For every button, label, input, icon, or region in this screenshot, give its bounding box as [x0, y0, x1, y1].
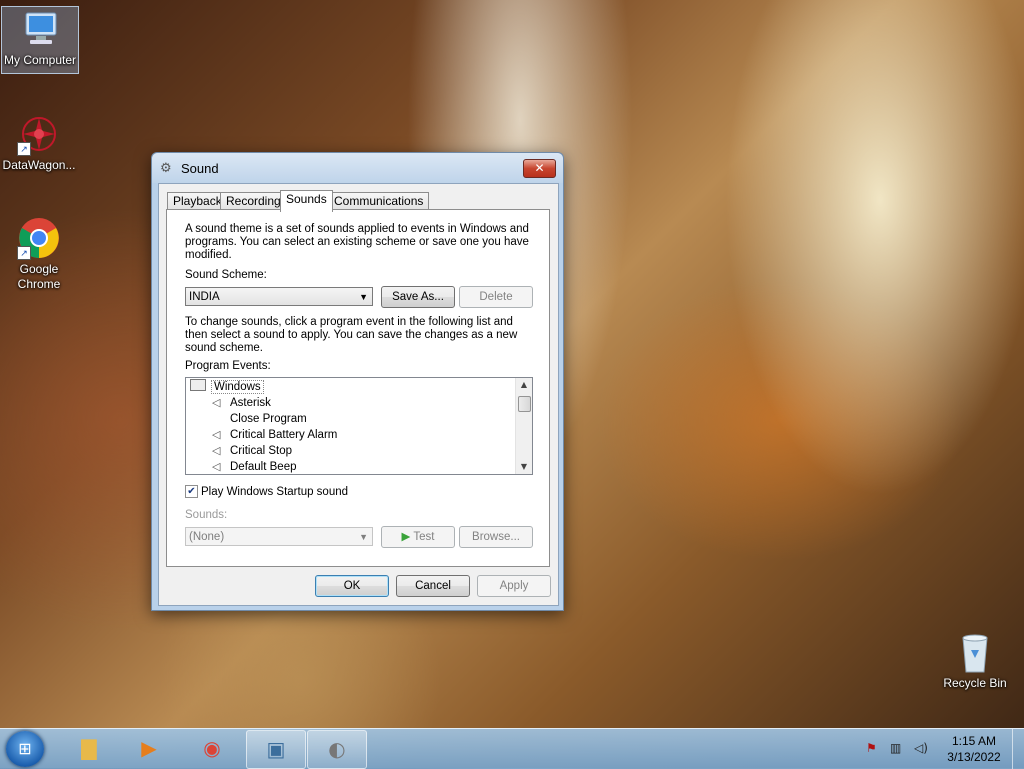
dialog-client-area: Playback Recording Sounds Communications… [158, 183, 559, 606]
list-group-header[interactable]: Windows [190, 379, 264, 395]
chrome-icon: ◉ [203, 736, 221, 760]
datawagon-icon: ↗ [17, 112, 61, 156]
media-player-icon: ▶ [141, 736, 157, 760]
sounds-value: (None) [189, 531, 225, 543]
volume-icon[interactable]: ◁) [914, 741, 928, 755]
sound-theme-description: A sound theme is a set of sounds applied… [185, 223, 529, 261]
ok-button[interactable]: OK [315, 575, 389, 597]
event-label: Asterisk [230, 397, 271, 409]
speaker-icon: ◁ [212, 461, 221, 473]
desktop-icon-label: Recycle Bin [943, 676, 1007, 690]
sound-icon: ⚙ [160, 161, 172, 176]
start-button[interactable]: ⊞ [6, 731, 44, 767]
browse-button[interactable]: Browse... [459, 526, 533, 548]
list-item[interactable]: Close Program [212, 411, 307, 427]
show-desktop-button[interactable] [1012, 729, 1024, 769]
dialog-title: Sound [181, 161, 219, 176]
scroll-up-icon[interactable]: ▲ [516, 378, 532, 392]
action-center-icon[interactable]: ⚑ [866, 741, 877, 755]
network-icon[interactable]: ▥ [890, 741, 901, 755]
title-bar[interactable]: ⚙ Sound ✕ [152, 153, 563, 183]
chrome-icon: ↗ [17, 216, 61, 260]
clock-time: 1:15 AM [951, 734, 997, 748]
apply-button[interactable]: Apply [477, 575, 551, 597]
program-events-label: Program Events: [185, 360, 271, 372]
taskbar-media-player[interactable]: ▶ [120, 730, 178, 767]
recycle-bin-icon [953, 630, 997, 674]
startup-sound-checkbox[interactable]: ✔ [185, 485, 198, 498]
list-item[interactable]: ◁ Asterisk [212, 395, 271, 411]
desktop-icon-my-computer[interactable]: My Computer [1, 6, 79, 74]
windows-logo-icon: ⊞ [18, 739, 32, 758]
tab-sounds[interactable]: Sounds [280, 190, 333, 212]
save-as-button[interactable]: Save As... [381, 286, 455, 308]
delete-button[interactable]: Delete [459, 286, 533, 308]
desktop-icon-datawagon[interactable]: ↗ DataWagon... [1, 112, 77, 173]
folder-icon: ▇ [81, 736, 97, 760]
chevron-down-icon: ▼ [359, 292, 368, 302]
windows-group-icon [190, 379, 206, 391]
shortcut-arrow-icon: ↗ [17, 142, 31, 156]
play-icon: ▶ [401, 531, 411, 543]
event-label: Critical Stop [230, 445, 292, 457]
program-events-list[interactable]: Windows ◁ Asterisk Close Program ◁ Critica… [185, 377, 533, 475]
picture-icon: ▣ [266, 737, 286, 761]
events-group-label: Windows [211, 380, 264, 394]
desktop-icon-label: My Computer [3, 53, 77, 67]
sounds-select[interactable]: (None) ▼ [185, 527, 373, 546]
list-item[interactable]: ◁ Critical Battery Alarm [212, 427, 337, 443]
speaker-icon: ◁ [212, 445, 221, 457]
clock-date: 3/13/2022 [947, 750, 1001, 764]
sound-scheme-value: INDIA [189, 291, 220, 303]
taskbar: ⊞ ▇ ▶ ◉ ▣ ◐ ⚑ ▥ ◁) 1:15 AM 3/13/2022 [0, 728, 1024, 769]
sounds-tab-panel: A sound theme is a set of sounds applied… [166, 209, 550, 567]
shortcut-arrow-icon: ↗ [17, 246, 31, 260]
event-label: Critical Battery Alarm [230, 429, 338, 441]
computer-icon [18, 7, 62, 51]
chevron-down-icon: ▼ [359, 532, 368, 542]
sound-dialog: ⚙ Sound ✕ Playback Recording Sounds Comm… [151, 152, 564, 611]
list-item[interactable]: ◁ Critical Stop [212, 443, 292, 459]
scroll-down-icon[interactable]: ▼ [516, 460, 532, 474]
close-button[interactable]: ✕ [523, 159, 556, 178]
speaker-icon: ◁ [212, 429, 221, 441]
speaker-icon: ◁ [212, 397, 221, 409]
system-clock[interactable]: 1:15 AM 3/13/2022 [946, 733, 1002, 765]
taskbar-picture-viewer[interactable]: ▣ [246, 730, 306, 769]
desktop-icon-recycle-bin[interactable]: Recycle Bin [937, 630, 1013, 691]
taskbar-windows-explorer[interactable]: ▇ [60, 730, 118, 767]
taskbar-chrome[interactable]: ◉ [183, 730, 241, 767]
taskbar-sound[interactable]: ◐ [307, 730, 367, 769]
test-label: Test [413, 531, 435, 543]
event-label: Default Beep [230, 461, 297, 473]
speaker-icon: ◐ [328, 737, 346, 761]
scroll-thumb[interactable] [518, 396, 531, 412]
test-button[interactable]: ▶ Test [381, 526, 455, 548]
event-label: Close Program [230, 413, 307, 425]
list-scrollbar[interactable]: ▲ ▼ [515, 378, 532, 474]
desktop-icon-label: Google Chrome [17, 262, 61, 291]
desktop-icon-google-chrome[interactable]: ↗ Google Chrome [1, 216, 77, 292]
startup-sound-label[interactable]: Play Windows Startup sound [201, 486, 348, 499]
desktop-icon-label: DataWagon... [2, 158, 76, 172]
list-item[interactable]: ◁ Default Beep [212, 459, 297, 474]
cancel-button[interactable]: Cancel [396, 575, 470, 597]
sound-scheme-label: Sound Scheme: [185, 269, 267, 281]
sounds-label: Sounds: [185, 509, 228, 521]
sound-scheme-select[interactable]: INDIA ▼ [185, 287, 373, 306]
change-sounds-instructions: To change sounds, click a program event … [185, 316, 518, 354]
